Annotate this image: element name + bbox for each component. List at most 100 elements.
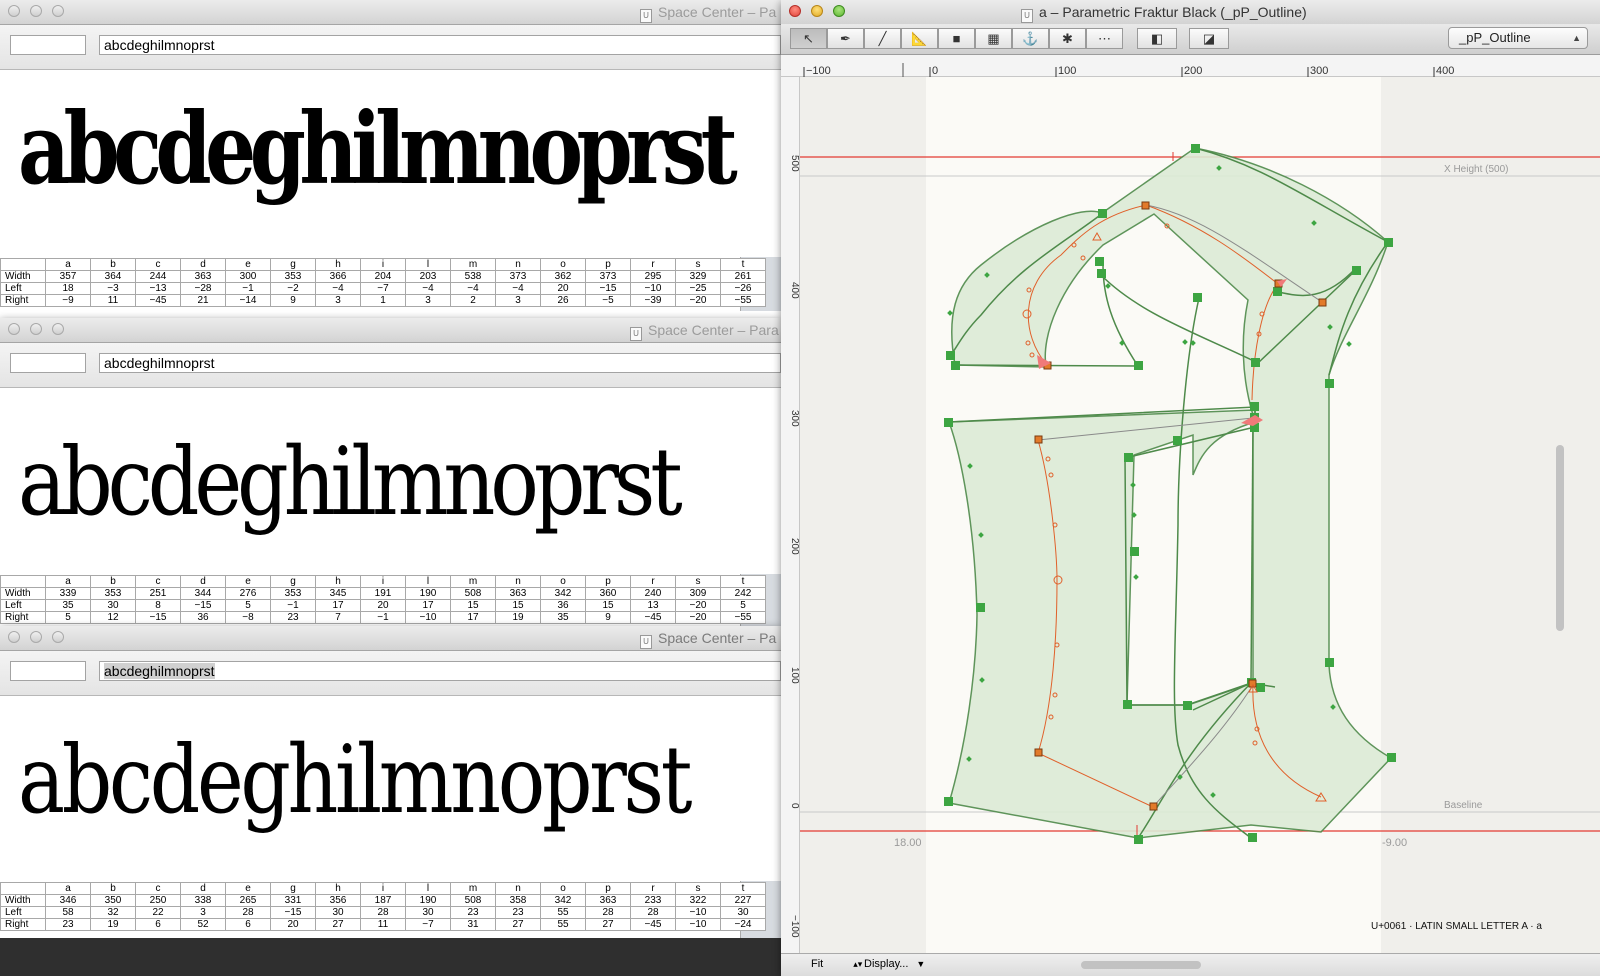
title-bar[interactable]: U Space Center – Para — [0, 318, 781, 343]
metrics-cell[interactable]: 3 — [180, 906, 226, 919]
metrics-cell[interactable]: 5 — [225, 599, 271, 612]
metrics-cell[interactable]: 52 — [180, 918, 226, 931]
metrics-cell[interactable]: −39 — [630, 294, 676, 307]
metrics-cell[interactable]: 356 — [315, 894, 361, 907]
zoom-button[interactable] — [52, 5, 64, 17]
metrics-cell[interactable]: 508 — [450, 894, 496, 907]
metrics-cell[interactable]: 7 — [315, 611, 361, 624]
knife-tool-button[interactable]: ╱ — [864, 28, 901, 49]
metrics-cell[interactable]: 17 — [405, 599, 451, 612]
metrics-cell[interactable]: 190 — [405, 894, 451, 907]
zoom-button[interactable] — [52, 631, 64, 643]
metrics-cell[interactable]: 233 — [630, 894, 676, 907]
metrics-cell[interactable]: 1 — [360, 294, 406, 307]
metrics-cell[interactable]: 360 — [585, 587, 631, 600]
metrics-cell[interactable]: 30 — [405, 906, 451, 919]
metrics-cell[interactable]: 244 — [135, 270, 181, 283]
metrics-cell[interactable]: 350 — [90, 894, 136, 907]
metrics-cell[interactable]: 3 — [315, 294, 361, 307]
metrics-cell[interactable]: 251 — [135, 587, 181, 600]
metrics-cell[interactable]: 342 — [540, 894, 586, 907]
metrics-cell[interactable]: −55 — [720, 611, 766, 624]
text-input[interactable]: abcdeghilmnoprst — [99, 353, 781, 373]
metrics-cell[interactable]: 19 — [495, 611, 541, 624]
metrics-cell[interactable]: 28 — [630, 906, 676, 919]
metrics-cell[interactable]: 345 — [315, 587, 361, 600]
metrics-cell[interactable]: 300 — [225, 270, 271, 283]
metrics-cell[interactable]: 366 — [315, 270, 361, 283]
metrics-cell[interactable]: 240 — [630, 587, 676, 600]
metrics-cell[interactable]: 190 — [405, 587, 451, 600]
preview-button[interactable]: ◪ — [1189, 28, 1229, 49]
metrics-cell[interactable]: −25 — [675, 282, 721, 295]
metrics-cell[interactable]: 22 — [135, 906, 181, 919]
metrics-cell[interactable]: 12 — [90, 611, 136, 624]
metrics-cell[interactable]: −10 — [630, 282, 676, 295]
metrics-cell[interactable]: 28 — [360, 906, 406, 919]
metrics-cell[interactable]: −4 — [405, 282, 451, 295]
horizontal-scrollbar[interactable] — [1081, 961, 1201, 969]
metrics-cell[interactable]: −24 — [720, 918, 766, 931]
metrics-cell[interactable]: 3 — [405, 294, 451, 307]
metrics-cell[interactable]: −1 — [225, 282, 271, 295]
metrics-cell[interactable]: −20 — [675, 599, 721, 612]
metrics-cell[interactable]: 3 — [495, 294, 541, 307]
metrics-cell[interactable]: −15 — [180, 599, 226, 612]
title-bar[interactable]: U Space Center – Pa — [0, 0, 781, 25]
ruler-tool-button[interactable]: 📐 — [901, 28, 938, 49]
text-input[interactable]: abcdeghilmnoprst — [99, 661, 781, 681]
metrics-cell[interactable]: 21 — [180, 294, 226, 307]
metrics-cell[interactable]: −7 — [360, 282, 406, 295]
metrics-cell[interactable]: 5 — [45, 611, 91, 624]
zoom-button[interactable] — [833, 5, 845, 17]
metrics-cell[interactable]: 36 — [180, 611, 226, 624]
close-button[interactable] — [8, 5, 20, 17]
layer-swap-button[interactable]: ◧ — [1137, 28, 1177, 49]
metrics-cell[interactable]: −5 — [585, 294, 631, 307]
metrics-cell[interactable]: 15 — [450, 599, 496, 612]
metrics-cell[interactable]: 20 — [360, 599, 406, 612]
metrics-cell[interactable]: 362 — [540, 270, 586, 283]
metrics-cell[interactable]: 373 — [585, 270, 631, 283]
title-bar[interactable]: U Space Center – Pa — [0, 626, 781, 651]
metrics-cell[interactable]: −10 — [675, 918, 721, 931]
pen-tool-button[interactable]: ✒ — [827, 28, 864, 49]
metrics-cell[interactable]: 339 — [45, 587, 91, 600]
metrics-cell[interactable]: 373 — [495, 270, 541, 283]
lasso-tool-button[interactable]: ⋯ — [1086, 28, 1123, 49]
metrics-cell[interactable]: −26 — [720, 282, 766, 295]
pointsize-input[interactable] — [10, 661, 86, 681]
metrics-cell[interactable]: −2 — [270, 282, 316, 295]
metrics-cell[interactable]: 353 — [90, 587, 136, 600]
metrics-cell[interactable]: 18 — [45, 282, 91, 295]
metrics-cell[interactable]: 23 — [450, 906, 496, 919]
metrics-cell[interactable]: 329 — [675, 270, 721, 283]
metrics-cell[interactable]: 364 — [90, 270, 136, 283]
metrics-cell[interactable]: 363 — [180, 270, 226, 283]
metrics-cell[interactable]: −8 — [225, 611, 271, 624]
metrics-cell[interactable]: 508 — [450, 587, 496, 600]
metrics-cell[interactable]: 6 — [225, 918, 271, 931]
metrics-cell[interactable]: 20 — [540, 282, 586, 295]
minimize-button[interactable] — [30, 5, 42, 17]
metrics-cell[interactable]: 353 — [270, 587, 316, 600]
metrics-cell[interactable]: 58 — [45, 906, 91, 919]
metrics-cell[interactable]: 23 — [45, 918, 91, 931]
metrics-cell[interactable]: −45 — [630, 611, 676, 624]
close-button[interactable] — [8, 323, 20, 335]
metrics-cell[interactable]: 27 — [315, 918, 361, 931]
metrics-cell[interactable]: 363 — [495, 587, 541, 600]
metrics-cell[interactable]: 20 — [270, 918, 316, 931]
zoom-button[interactable] — [52, 323, 64, 335]
metrics-cell[interactable]: 55 — [540, 906, 586, 919]
metrics-cell[interactable]: −4 — [315, 282, 361, 295]
metrics-cell[interactable]: −15 — [585, 282, 631, 295]
metrics-cell[interactable]: −10 — [405, 611, 451, 624]
metrics-cell[interactable]: 23 — [495, 906, 541, 919]
metrics-cell[interactable]: 353 — [270, 270, 316, 283]
minimize-button[interactable] — [30, 631, 42, 643]
metrics-cell[interactable]: 26 — [540, 294, 586, 307]
metrics-cell[interactable]: 358 — [495, 894, 541, 907]
metrics-cell[interactable]: 31 — [450, 918, 496, 931]
metrics-cell[interactable]: 35 — [540, 611, 586, 624]
